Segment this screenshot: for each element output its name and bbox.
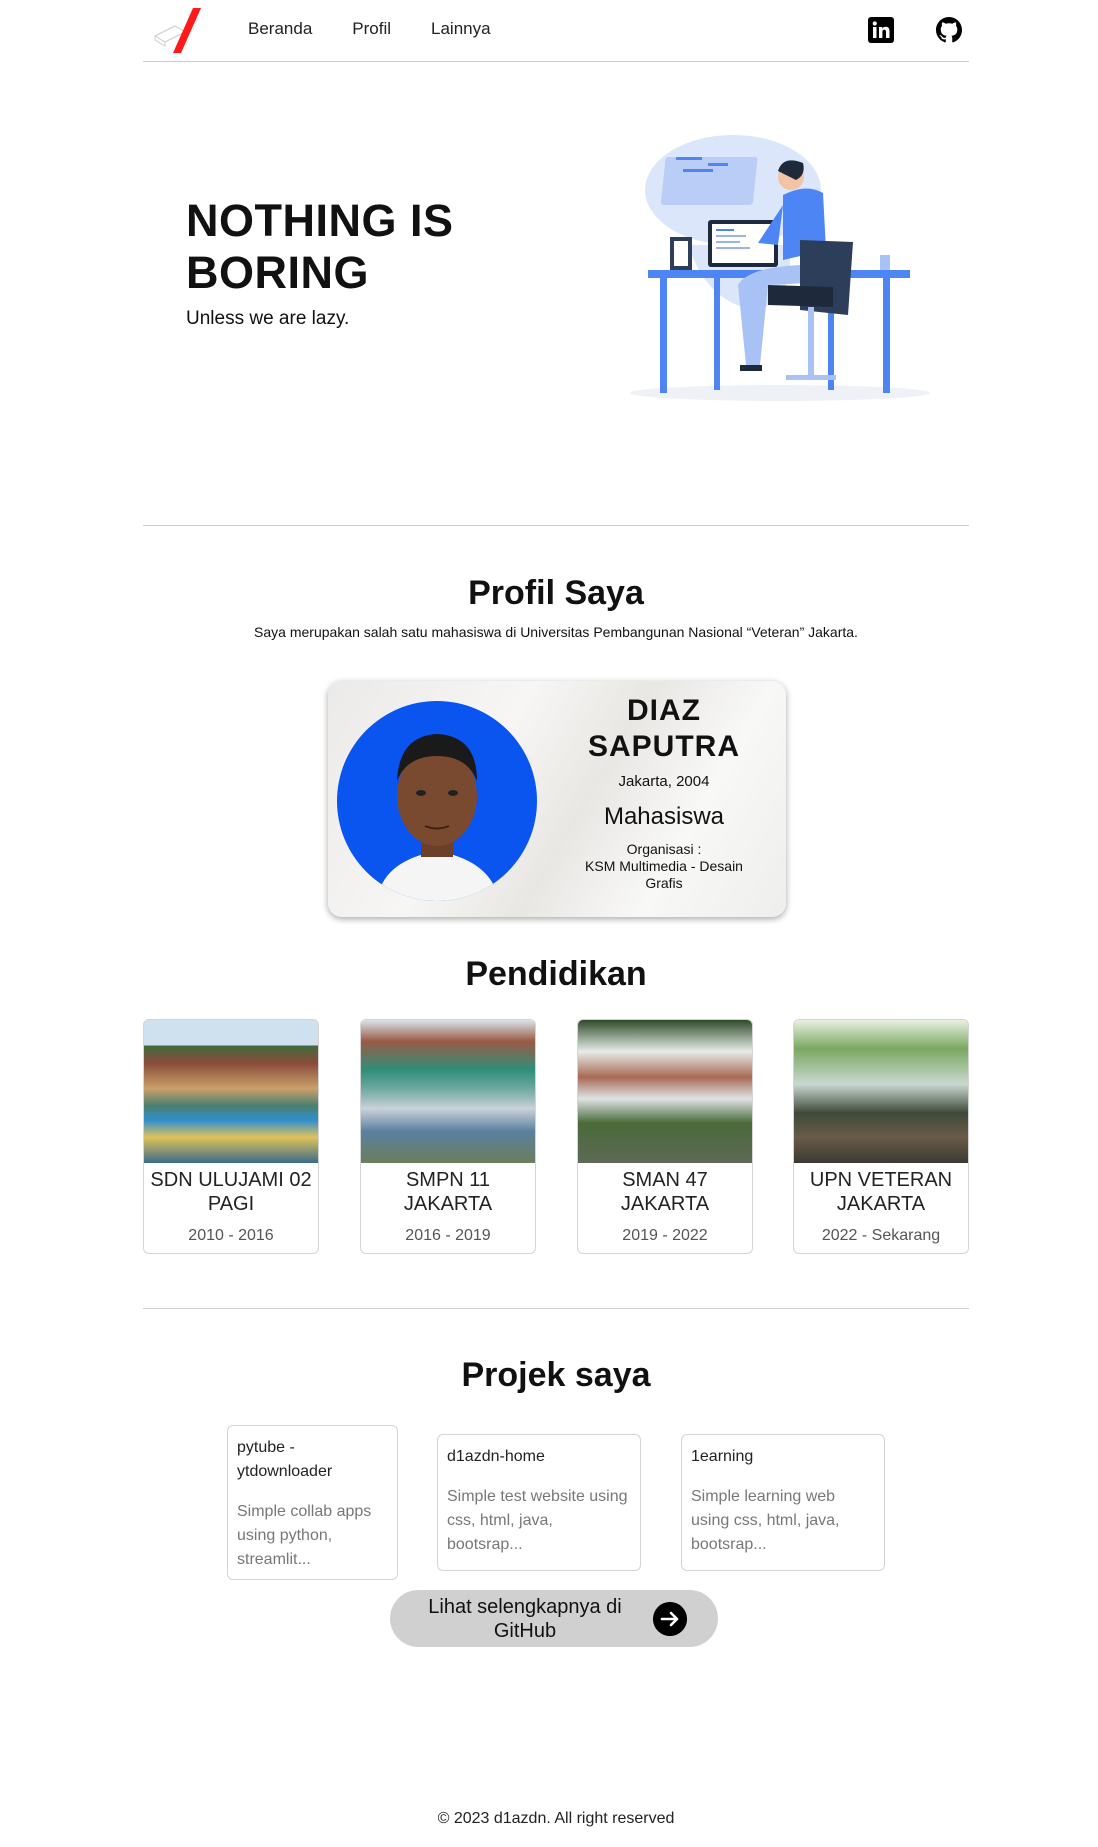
project-title: d1azdn-home [447, 1448, 545, 1465]
github-icon[interactable] [936, 17, 962, 43]
project-card-1earning[interactable]: 1earning Simple learning web using css, … [681, 1434, 885, 1571]
nav-link-lainnya[interactable]: Lainnya [431, 19, 491, 39]
linkedin-icon[interactable] [868, 17, 894, 43]
school-name: UPN VETERAN JAKARTA [809, 1169, 953, 1215]
footer-copyright: © 2023 d1azdn. All right reserved [437, 1810, 675, 1827]
top-navbar: Beranda Profil Lainnya [143, 0, 969, 62]
education-card-sman[interactable]: SMAN 47 JAKARTA 2019 - 2022 [577, 1019, 753, 1254]
hero-title: NOTHING IS BORING [186, 195, 454, 298]
profile-card: DIAZ SAPUTRA Jakarta, 2004 Mahasiswa Org… [328, 681, 786, 917]
school-name: SDN ULUJAMI 02 PAGI [150, 1169, 312, 1215]
profile-heading: Profil Saya [468, 574, 644, 612]
school-years: 2010 - 2016 [188, 1227, 274, 1244]
school-photo-upn [794, 1020, 968, 1163]
school-years: 2019 - 2022 [622, 1227, 708, 1244]
school-photo-sman [578, 1020, 752, 1163]
arrow-right-icon [653, 1602, 687, 1636]
education-heading: Pendidikan [465, 955, 647, 993]
project-description: Simple learning web using css, html, jav… [691, 1488, 840, 1553]
school-years: 2022 - Sekarang [821, 1227, 941, 1244]
education-card-smpn[interactable]: SMPN 11 JAKARTA 2016 - 2019 [360, 1019, 536, 1254]
education-card-sdn[interactable]: SDN ULUJAMI 02 PAGI 2010 - 2016 [143, 1019, 319, 1254]
hero-subtitle: Unless we are lazy. [186, 308, 350, 329]
view-more-github-label: Lihat selengkapnya di GitHub [428, 1596, 622, 1642]
projects-heading: Projek saya [461, 1356, 651, 1394]
project-card-pytube[interactable]: pytube - ytdownloader Simple collab apps… [227, 1425, 398, 1580]
profile-photo [337, 701, 537, 901]
view-more-github-button[interactable]: Lihat selengkapnya di GitHub [390, 1590, 718, 1647]
school-name: SMPN 11 JAKARTA [403, 1169, 493, 1215]
profile-org-label: Organisasi : [626, 841, 702, 857]
section-divider [143, 525, 969, 526]
project-description: Simple test website using css, html, jav… [447, 1488, 628, 1553]
project-title: 1earning [691, 1448, 754, 1465]
profile-role: Mahasiswa [603, 803, 725, 830]
developer-at-desk-illustration [630, 135, 930, 401]
section-divider [143, 1308, 969, 1309]
profile-description: Saya merupakan salah satu mahasiswa di U… [254, 624, 858, 640]
profile-name: DIAZ SAPUTRA [587, 694, 740, 763]
project-description: Simple collab apps using python, streaml… [237, 1503, 372, 1568]
education-card-upn[interactable]: UPN VETERAN JAKARTA 2022 - Sekarang [793, 1019, 969, 1254]
school-name: SMAN 47 JAKARTA [620, 1169, 710, 1215]
project-card-d1azdn-home[interactable]: d1azdn-home Simple test website using cs… [437, 1434, 641, 1571]
profile-birthplace: Jakarta, 2004 [618, 773, 710, 790]
project-title: pytube - ytdownloader [237, 1439, 333, 1480]
school-photo-smpn [361, 1020, 535, 1163]
nav-link-beranda[interactable]: Beranda [248, 19, 312, 39]
profile-org-value: KSM Multimedia - Desain Grafis [585, 858, 743, 891]
nav-link-profil[interactable]: Profil [352, 19, 391, 39]
school-photo-sdn [144, 1020, 318, 1163]
school-years: 2016 - 2019 [405, 1227, 491, 1244]
site-logo[interactable] [153, 6, 203, 54]
